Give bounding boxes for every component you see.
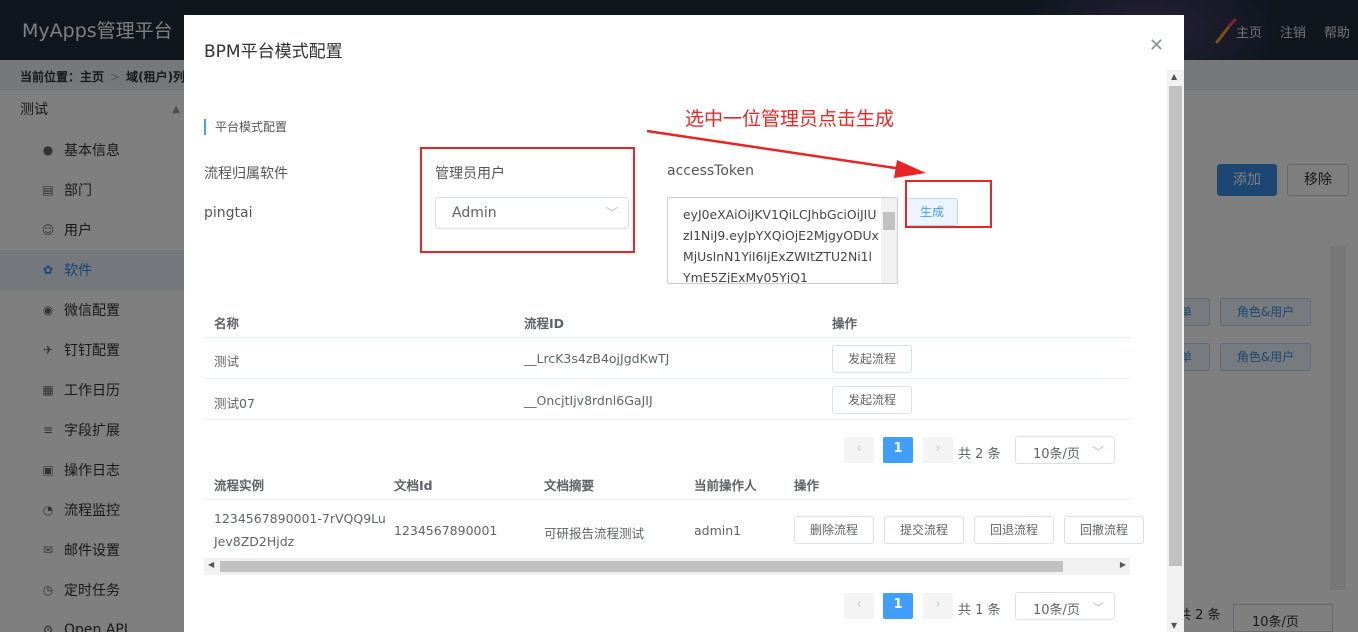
prev-page-button[interactable]: ‹	[844, 437, 874, 463]
col-header-summary: 文档摘要	[544, 478, 595, 493]
highlight-box-admin	[420, 147, 635, 253]
col-header-instance: 流程实例	[214, 478, 265, 493]
page-number[interactable]: 1	[883, 593, 913, 619]
prev-page-button[interactable]: ‹	[844, 593, 874, 619]
page-size-select[interactable]: 10条/页 ﹀	[1015, 436, 1115, 464]
start-process-button[interactable]: 发起流程	[832, 386, 912, 414]
col-header-action: 操作	[832, 316, 858, 331]
divider	[204, 499, 1130, 500]
page-size-value: 10条/页	[1033, 603, 1080, 618]
col-header-doc-id: 文档Id	[394, 478, 433, 493]
scroll-thumb[interactable]	[1169, 86, 1182, 566]
page-size-value: 10条/页	[1033, 447, 1080, 462]
textarea-scrollbar[interactable]	[881, 198, 897, 283]
pagination-total: 共 2 条	[958, 447, 1001, 462]
process-name: 测试	[214, 354, 240, 369]
delete-process-button[interactable]: 删除流程	[794, 516, 874, 544]
current-operator: admin1	[694, 523, 742, 538]
doc-id: 1234567890001	[394, 523, 498, 538]
scroll-right-icon[interactable]: ▶	[1120, 560, 1126, 569]
software-value: pingtai	[204, 205, 253, 221]
software-label: 流程归属软件	[204, 166, 288, 182]
access-token-value: eyJ0eXAiOiJKV1QiLCJhbGciOiJIUzI1NiJ9.eyJ…	[683, 207, 879, 284]
access-token-textarea[interactable]: eyJ0eXAiOiJKV1QiLCJhbGciOiJIUzI1NiJ9.eyJ…	[667, 197, 898, 284]
page-number[interactable]: 1	[883, 437, 913, 463]
scroll-left-icon[interactable]: ◀	[208, 560, 214, 569]
next-page-button[interactable]: ›	[923, 437, 953, 463]
annotation-text: 选中一位管理员点击生成	[685, 108, 895, 130]
token-label: accessToken	[667, 163, 755, 179]
instance-id-line1: 1234567890001-7rVQQ9Lu	[214, 511, 386, 526]
divider	[204, 419, 1130, 420]
col-header-name: 名称	[214, 316, 240, 331]
col-header-operator: 当前操作人	[694, 478, 757, 493]
section-title: 平台模式配置	[204, 119, 287, 135]
rollback-process-button[interactable]: 回退流程	[974, 516, 1054, 544]
highlight-box-generate	[905, 180, 992, 228]
col-header-instance-action: 操作	[794, 478, 820, 493]
pagination-total: 共 1 条	[958, 603, 1001, 618]
withdraw-process-button[interactable]: 回撤流程	[1064, 516, 1144, 544]
chevron-down-icon: ﹀	[1091, 601, 1104, 615]
bpm-config-dialog: BPM平台模式配置 ✕ 平台模式配置 流程归属软件 pingtai 管理员用户 …	[184, 15, 1184, 632]
scroll-down-icon[interactable]: ▼	[1171, 621, 1177, 630]
divider	[204, 337, 1130, 338]
scroll-thumb[interactable]	[220, 561, 1063, 572]
dialog-title: BPM平台模式配置	[204, 42, 343, 62]
col-header-process-id: 流程ID	[524, 316, 565, 331]
divider	[204, 378, 1130, 379]
next-page-button[interactable]: ›	[923, 593, 953, 619]
close-icon[interactable]: ✕	[1149, 35, 1164, 56]
doc-summary: 可研报告流程测试	[544, 526, 645, 541]
start-process-button[interactable]: 发起流程	[832, 345, 912, 373]
process-name: 测试07	[214, 396, 255, 411]
page-size-select[interactable]: 10条/页 ﹀	[1015, 592, 1115, 620]
submit-process-button[interactable]: 提交流程	[884, 516, 964, 544]
process-id: __LrcK3s4zB4ojJgdKwTJ	[524, 351, 670, 366]
scroll-up-icon[interactable]: ▲	[1171, 72, 1177, 81]
dialog-scrollbar[interactable]: ▲ ▼	[1167, 70, 1184, 632]
process-id: __OncjtIjv8rdnl6GaJIJ	[524, 393, 653, 408]
scroll-thumb[interactable]	[883, 212, 895, 230]
table-horizontal-scrollbar[interactable]: ◀ ▶	[204, 558, 1130, 575]
instance-id-line2: Jev8ZD2Hjdz	[214, 534, 295, 549]
chevron-down-icon: ﹀	[1091, 445, 1104, 459]
